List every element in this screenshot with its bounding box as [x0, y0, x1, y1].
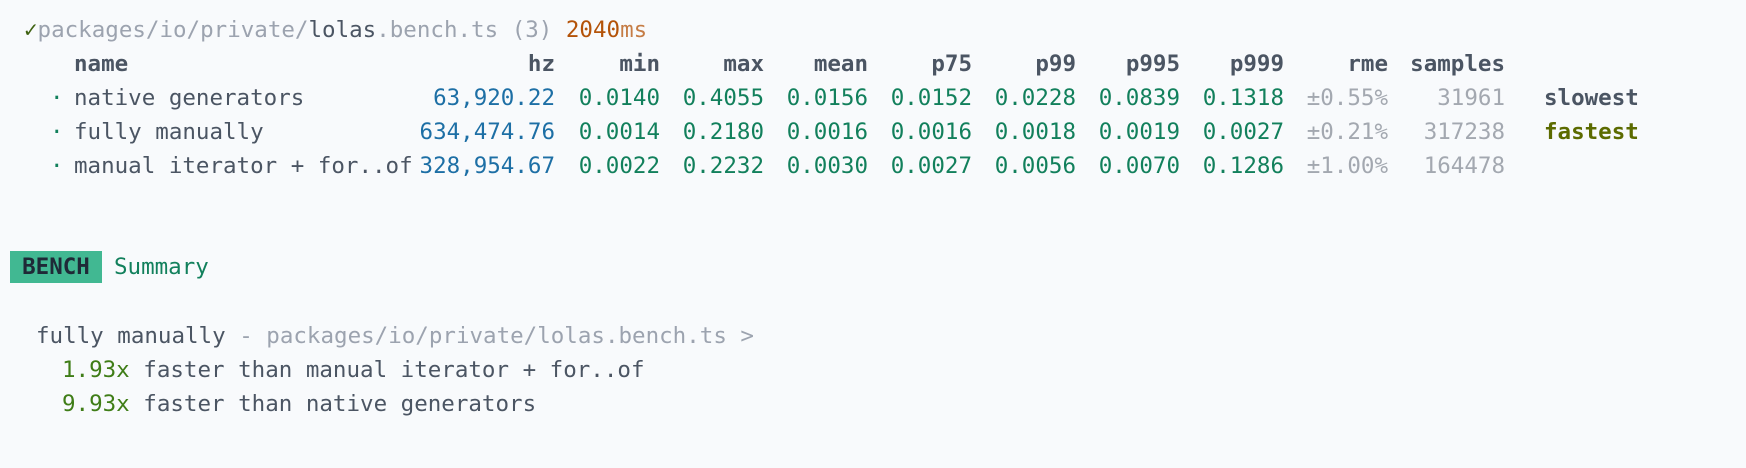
- file-path-prefix: packages/io/private/: [37, 17, 309, 43]
- row-p75: 0.0016: [890, 119, 972, 145]
- col-p75: p75: [931, 51, 972, 77]
- winner-path: packages/io/private/lolas.bench.ts >: [266, 323, 754, 349]
- row-max: 0.2232: [682, 153, 764, 179]
- row-hz: 328,954.67: [419, 153, 555, 179]
- fastest-badge: fastest: [1544, 119, 1639, 145]
- row-p999: 0.1286: [1202, 153, 1284, 179]
- row-p995: 0.0839: [1098, 85, 1180, 111]
- row-min: 0.0140: [578, 85, 660, 111]
- row-p999: 0.1318: [1202, 85, 1284, 111]
- duration-unit: ms: [620, 17, 648, 43]
- bench-file-line: ✓packages/io/private/lolas.bench.ts (3) …: [24, 13, 647, 47]
- comparison-multiplier: 1.93x: [62, 357, 130, 383]
- row-p75: 0.0027: [890, 153, 972, 179]
- comparison-multiplier: 9.93x: [62, 391, 130, 417]
- row-samples: 31961: [1437, 85, 1505, 111]
- col-p995: p995: [1125, 51, 1180, 77]
- row-bullet: ·: [50, 85, 64, 111]
- table-row: · native generators 63,920.22 0.0140 0.4…: [0, 81, 1746, 115]
- summary-title: Summary: [114, 254, 209, 280]
- col-rme: rme: [1347, 51, 1388, 77]
- winner-name: fully manually: [36, 323, 226, 349]
- row-hz: 63,920.22: [433, 85, 555, 111]
- row-rme: ±0.21%: [1306, 119, 1388, 145]
- row-mean: 0.0156: [786, 85, 868, 111]
- duration-value: 2040: [565, 17, 621, 43]
- table-row: · manual iterator + for..of 328,954.67 0…: [0, 149, 1746, 183]
- row-name: manual iterator + for..of: [74, 153, 413, 179]
- comparison-line: 1.93x faster than manual iterator + for.…: [62, 353, 645, 387]
- col-min: min: [619, 51, 660, 77]
- col-samples: samples: [1410, 51, 1505, 77]
- row-max: 0.4055: [682, 85, 764, 111]
- row-p99: 0.0056: [994, 153, 1076, 179]
- check-icon: ✓: [24, 17, 38, 43]
- row-mean: 0.0030: [786, 153, 868, 179]
- row-bullet: ·: [50, 119, 64, 145]
- row-hz: 634,474.76: [419, 119, 555, 145]
- row-name: fully manually: [74, 119, 264, 145]
- slowest-badge: slowest: [1544, 85, 1639, 111]
- winner-separator: -: [225, 323, 267, 349]
- row-rme: ±1.00%: [1306, 153, 1388, 179]
- row-name: native generators: [74, 85, 305, 111]
- table-header: name hz min max mean p75 p99 p995 p999 r…: [0, 47, 1746, 81]
- row-p99: 0.0228: [994, 85, 1076, 111]
- row-p999: 0.0027: [1202, 119, 1284, 145]
- row-mean: 0.0016: [786, 119, 868, 145]
- row-min: 0.0014: [578, 119, 660, 145]
- comparison-line: 9.93x faster than native generators: [62, 387, 536, 421]
- row-p995: 0.0019: [1098, 119, 1180, 145]
- row-p995: 0.0070: [1098, 153, 1180, 179]
- comparison-text: faster than native generators: [129, 391, 537, 417]
- row-min: 0.0022: [578, 153, 660, 179]
- col-p999: p999: [1229, 51, 1284, 77]
- row-p75: 0.0152: [890, 85, 972, 111]
- row-rme: ±0.55%: [1306, 85, 1388, 111]
- col-max: max: [723, 51, 764, 77]
- col-hz: hz: [527, 51, 555, 77]
- col-p99: p99: [1035, 51, 1076, 77]
- file-extension: .bench.ts: [376, 17, 499, 43]
- test-count: (3): [511, 17, 553, 43]
- bench-badge: BENCH: [10, 251, 102, 283]
- table-row: · fully manually 634,474.76 0.0014 0.218…: [0, 115, 1746, 149]
- file-name: lolas: [308, 17, 377, 43]
- terminal-output: ✓packages/io/private/lolas.bench.ts (3) …: [0, 0, 1746, 468]
- row-p99: 0.0018: [994, 119, 1076, 145]
- col-name: name: [74, 51, 129, 77]
- row-samples: 164478: [1423, 153, 1505, 179]
- row-bullet: ·: [50, 153, 64, 179]
- col-mean: mean: [813, 51, 868, 77]
- comparison-text: faster than manual iterator + for..of: [129, 357, 645, 383]
- summary-winner-line: fully manually - packages/io/private/lol…: [36, 319, 754, 353]
- row-max: 0.2180: [682, 119, 764, 145]
- row-samples: 317238: [1423, 119, 1505, 145]
